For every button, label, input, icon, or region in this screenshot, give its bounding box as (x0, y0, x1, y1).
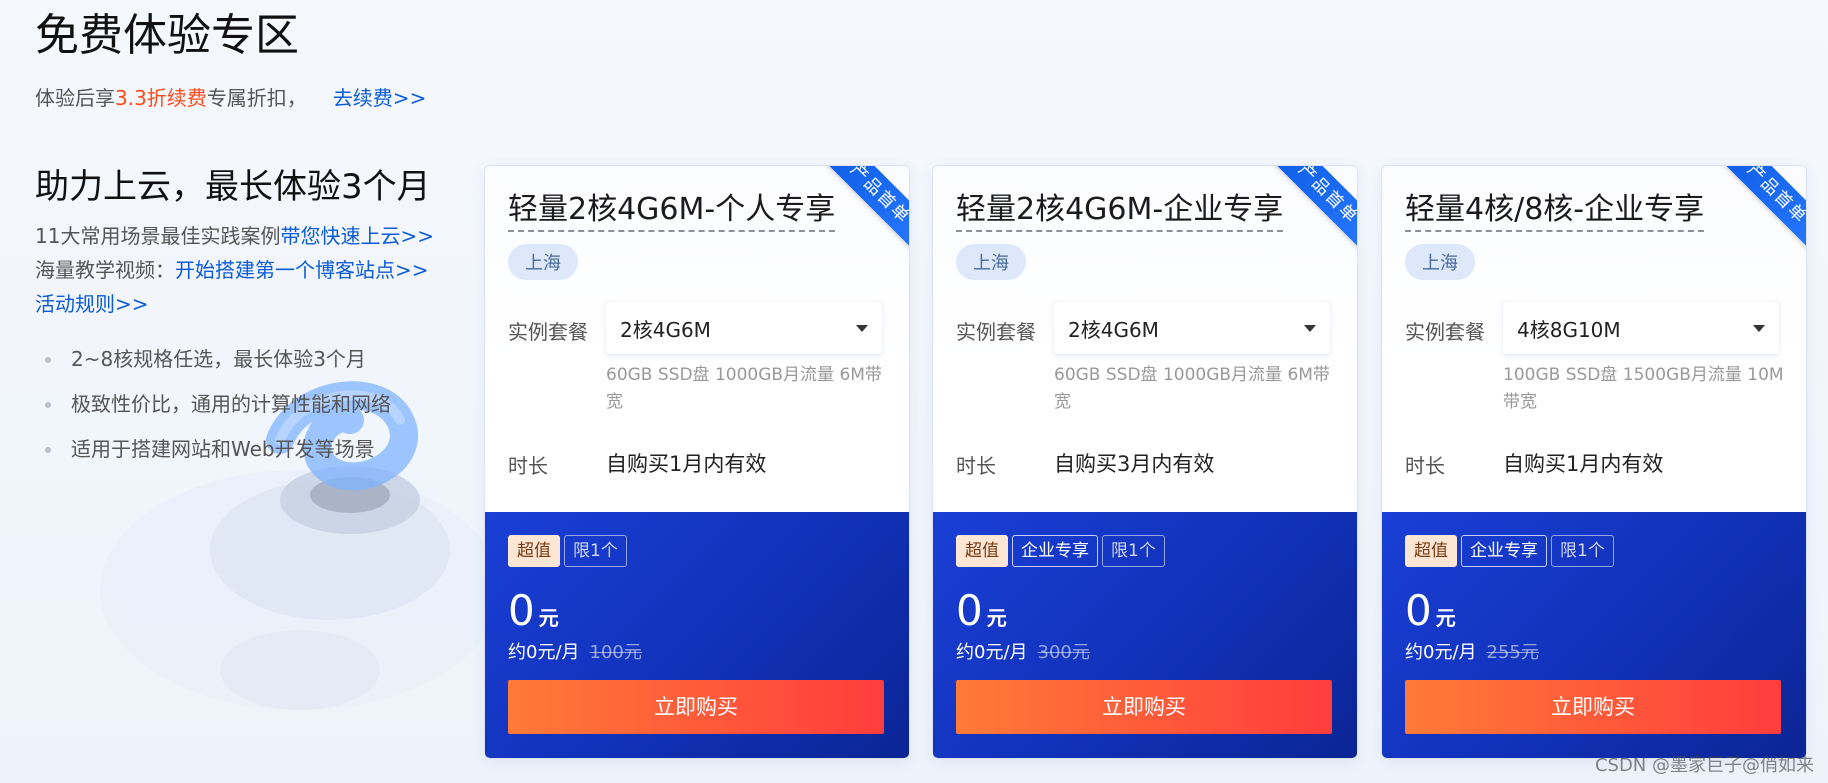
buy-now-button[interactable]: 立即购买 (1405, 680, 1781, 734)
duration-label: 时长 (1405, 454, 1445, 478)
instance-select[interactable]: 4核8G10M (1503, 302, 1779, 354)
instance-value: 4核8G10M (1517, 317, 1621, 342)
duration-label: 时长 (508, 454, 548, 478)
card-title[interactable]: 轻量4核/8核-企业专享 (1405, 190, 1705, 232)
card-top: 轻量2核4G6M-企业专享 产品首单 上海 实例套餐 2核4G6M 60GB S… (933, 166, 1357, 512)
card-top: 轻量2核4G6M-个人专享 产品首单 上海 实例套餐 2核4G6M 60GB S… (485, 166, 909, 512)
product-card-enterprise-4core: 轻量4核/8核-企业专享 产品首单 上海 实例套餐 4核8G10M 100GB … (1381, 165, 1807, 759)
card-title[interactable]: 轻量2核4G6M-个人专享 (508, 190, 836, 232)
scenario-line: 11大常用场景最佳实践案例带您快速上云>> (35, 219, 475, 253)
product-card-personal: 轻量2核4G6M-个人专享 产品首单 上海 实例套餐 2核4G6M 60GB S… (484, 165, 910, 759)
subtitle-prefix: 体验后享 (35, 86, 115, 110)
first-order-ribbon: 产品首单 (1712, 166, 1806, 259)
price-unit: 元 (1435, 606, 1456, 630)
chevron-down-icon (1304, 324, 1316, 332)
instance-select[interactable]: 2核4G6M (606, 302, 882, 354)
tag-row: 超值 企业专享 限1个 (956, 535, 1165, 567)
price: 0元 (508, 586, 559, 635)
tag-row: 超值 企业专享 限1个 (1405, 535, 1614, 567)
tag-value: 超值 (956, 535, 1008, 567)
left-heading: 助力上云，最长体验3个月 (35, 167, 431, 207)
chevron-down-icon (856, 324, 868, 332)
duration-value: 自购买3月内有效 (1054, 452, 1215, 476)
product-card-enterprise: 轻量2核4G6M-企业专享 产品首单 上海 实例套餐 2核4G6M 60GB S… (932, 165, 1358, 759)
feature-list: 2~8核规格任选，最长体验3个月 极致性价比，通用的计算性能和网络 适用于搭建网… (35, 337, 475, 472)
region-tag: 上海 (508, 244, 578, 280)
price: 0元 (1405, 586, 1456, 635)
monthly-text: 约0元/月 (1405, 642, 1477, 663)
card-price-section: 超值 企业专享 限1个 0元 约0元/月 255元 立即购买 (1382, 512, 1806, 758)
original-price: 255元 (1486, 642, 1539, 663)
monthly-price: 约0元/月 255元 (1405, 638, 1539, 664)
page-title: 免费体验专区 (35, 10, 299, 61)
card-top: 轻量4核/8核-企业专享 产品首单 上海 实例套餐 4核8G10M 100GB … (1382, 166, 1806, 512)
activity-rules-link[interactable]: 活动规则>> (35, 292, 149, 316)
duration-label: 时长 (956, 454, 996, 478)
instance-label: 实例套餐 (1405, 320, 1485, 344)
price-unit: 元 (538, 606, 559, 630)
monthly-text: 约0元/月 (956, 642, 1028, 663)
feature-item: 2~8核规格任选，最长体验3个月 (35, 337, 475, 382)
price-number: 0 (1405, 586, 1432, 635)
tag-limit: 限1个 (564, 535, 627, 567)
csdn-watermark: CSDN @墨家巨子@俏如来 (1594, 755, 1814, 776)
tag-limit: 限1个 (1102, 535, 1165, 567)
video-text: 海量教学视频： (35, 258, 175, 282)
buy-now-button[interactable]: 立即购买 (508, 680, 884, 734)
instance-value: 2核4G6M (620, 317, 711, 342)
renew-link[interactable]: 去续费>> (333, 86, 427, 110)
region-tag: 上海 (1405, 244, 1475, 280)
instance-label: 实例套餐 (956, 320, 1036, 344)
instance-value: 2核4G6M (1068, 317, 1159, 342)
card-price-section: 超值 限1个 0元 约0元/月 100元 立即购买 (485, 512, 909, 758)
duration-value: 自购买1月内有效 (1503, 452, 1664, 476)
price-unit: 元 (986, 606, 1007, 630)
feature-item: 适用于搭建网站和Web开发等场景 (35, 427, 475, 472)
original-price: 300元 (1037, 642, 1090, 663)
original-price: 100元 (589, 642, 642, 663)
discount-highlight: 3.3折续费 (115, 86, 207, 110)
tag-limit: 限1个 (1551, 535, 1614, 567)
video-line: 海量教学视频：开始搭建第一个博客站点>> (35, 253, 475, 287)
quick-cloud-link[interactable]: 带您快速上云>> (280, 224, 434, 248)
card-title[interactable]: 轻量2核4G6M-企业专享 (956, 190, 1284, 232)
region-tag: 上海 (956, 244, 1026, 280)
tag-enterprise: 企业专享 (1012, 535, 1098, 567)
price-number: 0 (508, 586, 535, 635)
tag-row: 超值 限1个 (508, 535, 627, 567)
tag-value: 超值 (508, 535, 560, 567)
rules-line: 活动规则>> (35, 287, 475, 321)
duration-value: 自购买1月内有效 (606, 452, 767, 476)
monthly-price: 约0元/月 100元 (508, 638, 642, 664)
buy-now-button[interactable]: 立即购买 (956, 680, 1332, 734)
price: 0元 (956, 586, 1007, 635)
monthly-text: 约0元/月 (508, 642, 580, 663)
blog-tutorial-link[interactable]: 开始搭建第一个博客站点>> (175, 258, 429, 282)
scenario-text: 11大常用场景最佳实践案例 (35, 224, 281, 248)
card-price-section: 超值 企业专享 限1个 0元 约0元/月 300元 立即购买 (933, 512, 1357, 758)
subtitle-suffix: 专属折扣， (206, 86, 307, 110)
monthly-price: 约0元/月 300元 (956, 638, 1090, 664)
price-number: 0 (956, 586, 983, 635)
tag-value: 超值 (1405, 535, 1457, 567)
instance-select[interactable]: 2核4G6M (1054, 302, 1330, 354)
subtitle: 体验后享3.3折续费专属折扣， 去续费>> (35, 84, 426, 112)
left-panel: 助力上云，最长体验3个月 11大常用场景最佳实践案例带您快速上云>> 海量教学视… (35, 165, 475, 472)
chevron-down-icon (1753, 324, 1765, 332)
feature-item: 极致性价比，通用的计算性能和网络 (35, 382, 475, 427)
spec-description: 100GB SSD盘 1500GB月流量 10M带宽 (1503, 365, 1784, 412)
instance-label: 实例套餐 (508, 320, 588, 344)
tag-enterprise: 企业专享 (1461, 535, 1547, 567)
spec-description: 60GB SSD盘 1000GB月流量 6M带宽 (606, 365, 882, 412)
spec-description: 60GB SSD盘 1000GB月流量 6M带宽 (1054, 365, 1330, 412)
